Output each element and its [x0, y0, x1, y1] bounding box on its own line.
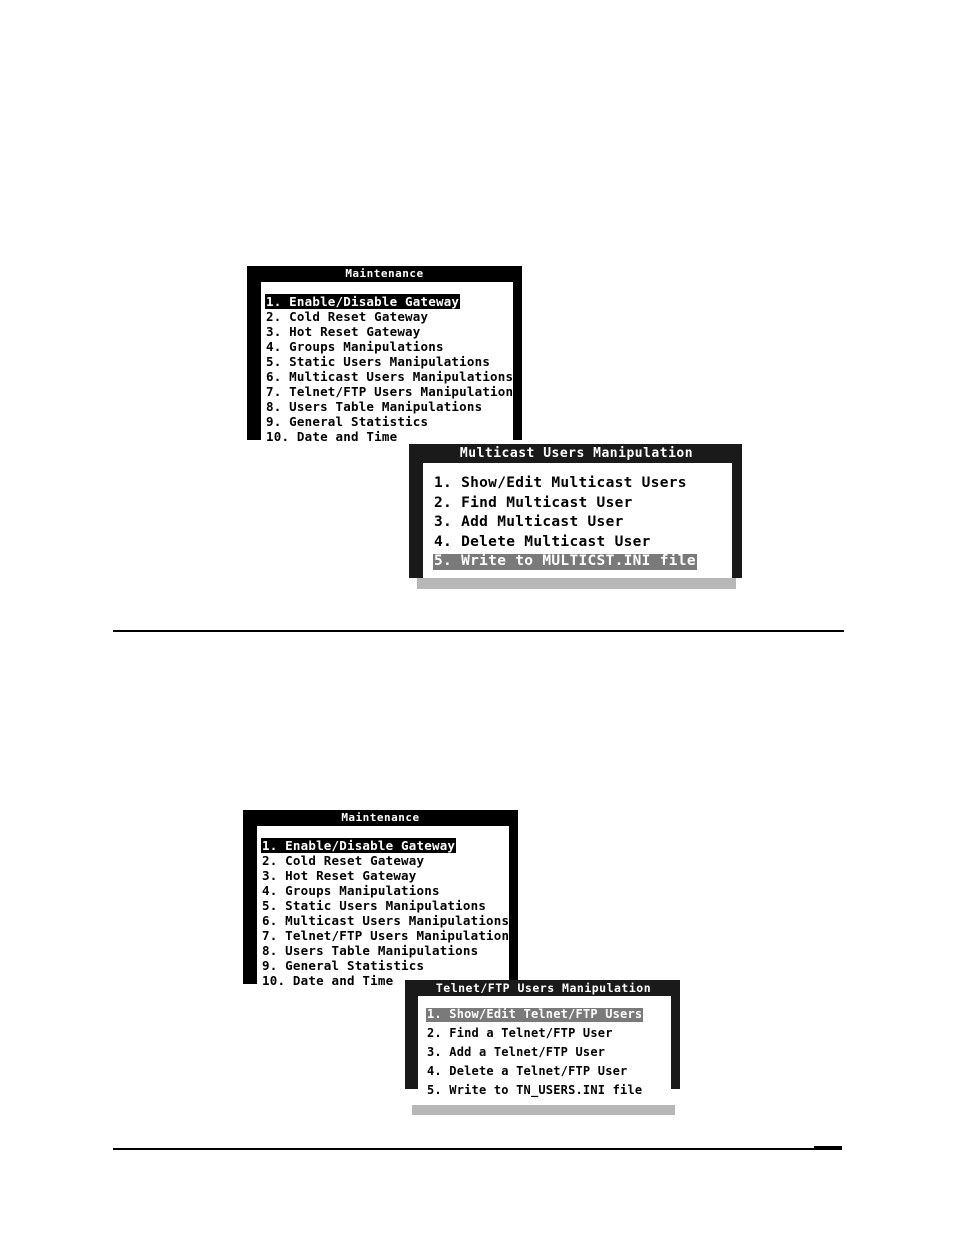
- maintenance-menu-list-2: 1. Enable/Disable Gateway 2. Cold Reset …: [257, 835, 517, 988]
- popup-row: 5. Write to MULTICST.INI file: [433, 550, 732, 570]
- page-number-mark: [814, 1146, 842, 1150]
- menu-row: 3. Hot Reset Gateway: [261, 321, 513, 339]
- lower-separator-rule: [113, 1148, 842, 1150]
- menu-row: 4. Groups Manipulations: [261, 336, 513, 354]
- popup-row: 5. Write to TN_USERS.INI file: [426, 1079, 671, 1098]
- multicast-dialog-body: 1. Show/Edit Multicast Users 2. Find Mul…: [423, 463, 732, 578]
- menu-row: 2. Cold Reset Gateway: [261, 306, 513, 324]
- maintenance-menu-body-2: 1. Enable/Disable Gateway 2. Cold Reset …: [257, 826, 517, 988]
- telnet-dialog-title: Telnet/FTP Users Manipulation: [435, 981, 652, 995]
- telnet-dialog-shadow: [412, 1105, 675, 1115]
- upper-separator-rule: [113, 630, 844, 632]
- popup-row: 2. Find Multicast User: [433, 492, 732, 512]
- menu-row: 8. Users Table Manipulations: [257, 940, 509, 958]
- popup-item-delete-multicast-user[interactable]: 4. Delete Multicast User: [433, 534, 652, 551]
- popup-item-write-to-tn-users-ini-file[interactable]: 5. Write to TN_USERS.INI file: [426, 1083, 643, 1098]
- maintenance-menu-body-1: 1. Enable/Disable Gateway 2. Cold Reset …: [261, 282, 521, 444]
- maintenance-window-title-1: Maintenance: [247, 266, 522, 282]
- document-page: Maintenance 1. Enable/Disable Gateway 2.…: [0, 0, 954, 1235]
- menu-row: 8. Users Table Manipulations: [261, 396, 513, 414]
- maintenance-menu-window-2: Maintenance 1. Enable/Disable Gateway 2.…: [243, 810, 518, 988]
- popup-item-find-multicast-user[interactable]: 2. Find Multicast User: [433, 495, 634, 512]
- popup-item-delete-a-telnet-ftp-user[interactable]: 4. Delete a Telnet/FTP User: [426, 1064, 628, 1079]
- menu-row: 7. Telnet/FTP Users Manipulations: [261, 381, 521, 399]
- popup-item-write-to-multicst-ini-file[interactable]: 5. Write to MULTICST.INI file: [433, 553, 697, 570]
- popup-item-find-a-telnet-ftp-user[interactable]: 2. Find a Telnet/FTP User: [426, 1026, 614, 1041]
- menu-item-date-and-time[interactable]: 10. Date and Time: [265, 429, 398, 444]
- telnet-ftp-users-manipulation-dialog: Telnet/FTP Users Manipulation 1. Show/Ed…: [405, 980, 680, 1115]
- menu-row: 4. Groups Manipulations: [257, 880, 509, 898]
- popup-item-show-edit-telnet-ftp-users[interactable]: 1. Show/Edit Telnet/FTP Users: [426, 1007, 644, 1022]
- popup-row: 1. Show/Edit Telnet/FTP Users: [426, 1003, 671, 1022]
- popup-row: 2. Find a Telnet/FTP User: [426, 1022, 671, 1041]
- popup-row: 4. Delete Multicast User: [433, 531, 732, 551]
- menu-row: 7. Telnet/FTP Users Manipulations: [257, 925, 517, 943]
- popup-item-add-multicast-user[interactable]: 3. Add Multicast User: [433, 514, 625, 531]
- menu-row: 10. Date and Time: [261, 426, 513, 444]
- popup-row: 4. Delete a Telnet/FTP User: [426, 1060, 671, 1079]
- menu-row: 3. Hot Reset Gateway: [257, 865, 509, 883]
- popup-row: 3. Add a Telnet/FTP User: [426, 1041, 671, 1060]
- popup-item-show-edit-multicast-users[interactable]: 1. Show/Edit Multicast Users: [433, 475, 688, 492]
- multicast-dialog-shadow: [417, 577, 736, 589]
- menu-row: 5. Static Users Manipulations: [261, 351, 513, 369]
- menu-row: 2. Cold Reset Gateway: [257, 850, 509, 868]
- menu-row: 1. Enable/Disable Gateway: [257, 835, 509, 853]
- popup-item-add-a-telnet-ftp-user[interactable]: 3. Add a Telnet/FTP User: [426, 1045, 606, 1060]
- popup-row: 1. Show/Edit Multicast Users: [433, 472, 732, 492]
- maintenance-menu-window-1: Maintenance 1. Enable/Disable Gateway 2.…: [247, 266, 522, 444]
- multicast-dialog-title: Multicast Users Manipulation: [459, 446, 694, 461]
- menu-item-date-and-time[interactable]: 10. Date and Time: [261, 973, 394, 988]
- menu-row: 6. Multicast Users Manipulations: [257, 910, 509, 928]
- maintenance-menu-list-1: 1. Enable/Disable Gateway 2. Cold Reset …: [261, 291, 521, 444]
- maintenance-window-title-2: Maintenance: [243, 810, 518, 826]
- popup-row: 3. Add Multicast User: [433, 511, 732, 531]
- menu-row: 5. Static Users Manipulations: [257, 895, 509, 913]
- telnet-dialog-body: 1. Show/Edit Telnet/FTP Users 2. Find a …: [418, 996, 671, 1105]
- multicast-users-manipulation-dialog: Multicast Users Manipulation 1. Show/Edi…: [409, 444, 742, 589]
- menu-row: 1. Enable/Disable Gateway: [261, 291, 513, 309]
- menu-row: 6. Multicast Users Manipulations: [261, 366, 513, 384]
